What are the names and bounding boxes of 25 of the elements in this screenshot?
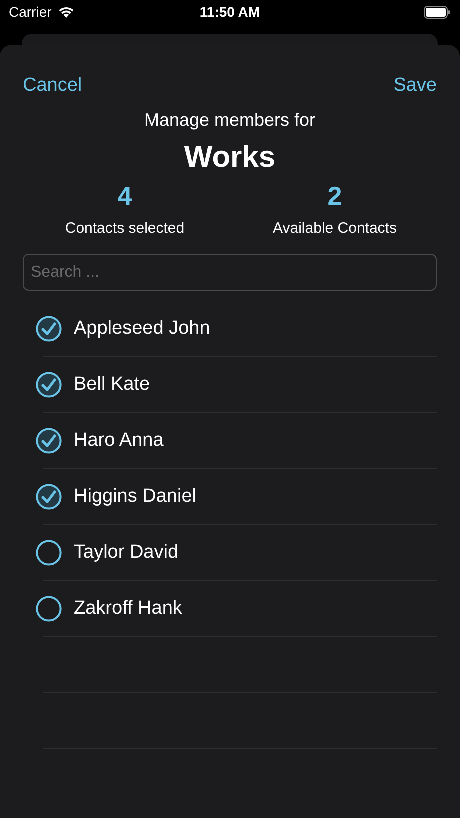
checked-circle-icon[interactable]: [36, 428, 62, 454]
stat-value: 4: [118, 181, 132, 212]
carrier-label: Carrier: [9, 4, 52, 20]
stat-value: 2: [328, 181, 342, 212]
contact-name[interactable]: Appleseed John: [74, 318, 210, 340]
battery-icon: [424, 6, 451, 18]
search-field[interactable]: Search ...: [23, 254, 437, 291]
cancel-button[interactable]: Cancel: [15, 73, 90, 99]
contact-name[interactable]: Zakroff Hank: [74, 598, 182, 620]
save-button[interactable]: Save: [386, 73, 445, 99]
checked-circle-icon[interactable]: [36, 316, 62, 342]
contact-name[interactable]: Bell Kate: [74, 374, 150, 396]
contact-name[interactable]: Taylor David: [74, 542, 179, 564]
checked-circle-icon[interactable]: [36, 372, 62, 398]
contact-name[interactable]: Higgins Daniel: [74, 486, 197, 508]
subtitle: Manage members for: [143, 110, 317, 131]
contact-name[interactable]: Haro Anna: [74, 430, 164, 452]
empty-circle-icon[interactable]: [36, 596, 62, 622]
empty-circle-icon[interactable]: [36, 540, 62, 566]
checked-circle-icon[interactable]: [36, 484, 62, 510]
stat-label: Available Contacts: [273, 220, 397, 237]
status-time: 11:50 AM: [200, 4, 260, 20]
group-title: Works: [183, 141, 277, 175]
wifi-icon: [58, 6, 75, 18]
stat-label: Contacts selected: [65, 220, 185, 237]
